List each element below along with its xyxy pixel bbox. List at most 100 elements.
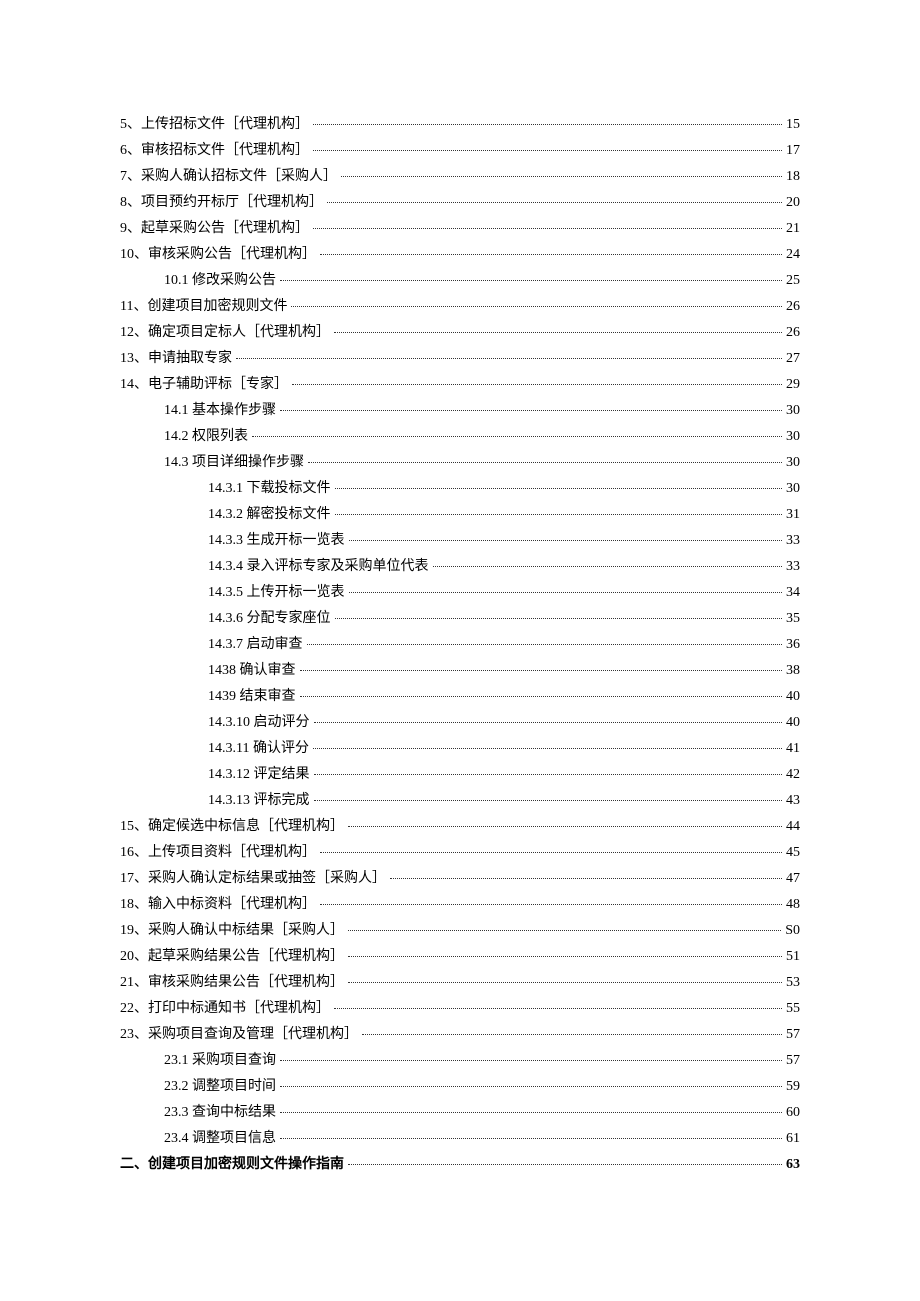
toc-leader-dots (280, 1138, 782, 1139)
toc-entry[interactable]: 16、上传项目资料［代理机构］45 (120, 846, 800, 860)
toc-page-number: 61 (786, 1132, 800, 1146)
toc-entry[interactable]: 14.3.13 评标完成43 (120, 794, 800, 808)
toc-leader-dots (252, 436, 782, 437)
toc-leader-dots (433, 566, 783, 567)
toc-label: 20、起草采购结果公告［代理机构］ (120, 950, 344, 964)
toc-page-number: 30 (786, 430, 800, 444)
toc-label: 17、采购人确认定标结果或抽签［采购人］ (120, 872, 386, 886)
toc-entry[interactable]: 14.3.11 确认评分 41 (120, 742, 800, 756)
toc-leader-dots (348, 956, 782, 957)
toc-label: 14.3.4 录入评标专家及采购单位代表 (208, 560, 429, 574)
toc-entry[interactable]: 23.4 调整项目信息61 (120, 1132, 800, 1146)
toc-leader-dots (280, 410, 782, 411)
toc-page-number: 27 (786, 352, 800, 366)
toc-label: 5、上传招标文件［代理机构］ (120, 118, 309, 132)
toc-page-number: 20 (786, 196, 800, 210)
toc-page-number: 42 (786, 768, 800, 782)
toc-page-number: 63 (786, 1158, 800, 1172)
toc-page-number: 48 (786, 898, 800, 912)
toc-label: 13、申请抽取专家 (120, 352, 232, 366)
toc-entry[interactable]: 14.1 基本操作步骤30 (120, 404, 800, 418)
toc-leader-dots (314, 774, 783, 775)
toc-leader-dots (291, 306, 782, 307)
toc-page-number: 30 (786, 456, 800, 470)
toc-entry[interactable]: 23.3 查询中标结果60 (120, 1106, 800, 1120)
toc-label: 14.3.2 解密投标文件 (208, 508, 331, 522)
toc-entry[interactable]: 14.3.5 上传开标一览表34 (120, 586, 800, 600)
toc-leader-dots (348, 1164, 782, 1165)
toc-label: 14、电子辅助评标［专家］ (120, 378, 288, 392)
toc-entry[interactable]: 10.1 修改采购公告25 (120, 274, 800, 288)
toc-leader-dots (335, 514, 783, 515)
toc-entry[interactable]: 23、采购项目查询及管理［代理机构］57 (120, 1028, 800, 1042)
toc-leader-dots (314, 800, 783, 801)
toc-leader-dots (334, 332, 782, 333)
toc-label: 14.3.1 下载投标文件 (208, 482, 331, 496)
toc-entry[interactable]: 1439 结束审查40 (120, 690, 800, 704)
toc-label: 16、上传项目资料［代理机构］ (120, 846, 316, 860)
toc-entry[interactable]: 22、打印中标通知书［代理机构］55 (120, 1002, 800, 1016)
toc-entry[interactable]: 14.3.1 下载投标文件30 (120, 482, 800, 496)
toc-entry[interactable]: 13、申请抽取专家 27 (120, 352, 800, 366)
toc-page-number: 57 (786, 1028, 800, 1042)
toc-entry[interactable]: 7、采购人确认招标文件［采购人］18 (120, 170, 800, 184)
toc-label: 14.3.11 确认评分 (208, 742, 309, 756)
toc-label: 14.3.3 生成开标一览表 (208, 534, 345, 548)
toc-entry[interactable]: 14.3.12 评定结果42 (120, 768, 800, 782)
toc-entry[interactable]: 18、输入中标资料［代理机构］ 48 (120, 898, 800, 912)
toc-label: 23.1 采购项目查询 (164, 1054, 276, 1068)
toc-leader-dots (349, 592, 783, 593)
toc-entry[interactable]: 14.3.10 启动评分40 (120, 716, 800, 730)
toc-leader-dots (280, 1086, 782, 1087)
toc-label: 14.3.13 评标完成 (208, 794, 310, 808)
toc-label: 14.1 基本操作步骤 (164, 404, 276, 418)
toc-leader-dots (362, 1034, 782, 1035)
toc-entry[interactable]: 14.3 项目详细操作步骤 30 (120, 456, 800, 470)
toc-page-number: S0 (785, 924, 800, 938)
toc-entry[interactable]: 14.3.4 录入评标专家及采购单位代表33 (120, 560, 800, 574)
toc-entry[interactable]: 9、起草采购公告［代理机构］21 (120, 222, 800, 236)
toc-label: 22、打印中标通知书［代理机构］ (120, 1002, 330, 1016)
toc-entry[interactable]: 20、起草采购结果公告［代理机构］51 (120, 950, 800, 964)
toc-leader-dots (313, 228, 782, 229)
toc-entry[interactable]: 17、采购人确认定标结果或抽签［采购人］47 (120, 872, 800, 886)
toc-leader-dots (320, 254, 782, 255)
toc-page-number: 33 (786, 534, 800, 548)
toc-entry[interactable]: 14.3.2 解密投标文件31 (120, 508, 800, 522)
toc-label: 7、采购人确认招标文件［采购人］ (120, 170, 337, 184)
toc-page-number: 25 (786, 274, 800, 288)
toc-label: 10、审核采购公告［代理机构］ (120, 248, 316, 262)
toc-entry[interactable]: 23.2 调整项目时间59 (120, 1080, 800, 1094)
toc-entry[interactable]: 6、审核招标文件［代理机构］17 (120, 144, 800, 158)
toc-label: 14.3 项目详细操作步骤 (164, 456, 304, 470)
toc-page-number: 44 (786, 820, 800, 834)
toc-leader-dots (236, 358, 782, 359)
toc-entry[interactable]: 5、上传招标文件［代理机构］15 (120, 118, 800, 132)
toc-label: 11、创建项目加密规则文件 (120, 300, 287, 314)
toc-entry[interactable]: 14.3.7 启动审查36 (120, 638, 800, 652)
toc-leader-dots (348, 982, 782, 983)
toc-label: 1438 确认审查 (208, 664, 296, 678)
toc-entry[interactable]: 14.2 权限列表30 (120, 430, 800, 444)
toc-entry[interactable]: 11、创建项目加密规则文件26 (120, 300, 800, 314)
toc-leader-dots (320, 852, 782, 853)
toc-entry[interactable]: 10、审核采购公告［代理机构］24 (120, 248, 800, 262)
toc-entry[interactable]: 15、确定候选中标信息［代理机构］44 (120, 820, 800, 834)
toc-entry[interactable]: 19、采购人确认中标结果［采购人］S0 (120, 924, 800, 938)
toc-label: 9、起草采购公告［代理机构］ (120, 222, 309, 236)
toc-entry[interactable]: 8、项目预约开标厅［代理机构］20 (120, 196, 800, 210)
toc-entry[interactable]: 14、电子辅助评标［专家］29 (120, 378, 800, 392)
toc-entry[interactable]: 14.3.3 生成开标一览表 33 (120, 534, 800, 548)
toc-leader-dots (280, 1112, 782, 1113)
toc-entry[interactable]: 1438 确认审查38 (120, 664, 800, 678)
toc-entry[interactable]: 14.3.6 分配专家座位35 (120, 612, 800, 626)
toc-leader-dots (307, 644, 783, 645)
toc-entry[interactable]: 12、确定项目定标人［代理机构］26 (120, 326, 800, 340)
toc-leader-dots (280, 280, 782, 281)
toc-label: 18、输入中标资料［代理机构］ (120, 898, 316, 912)
toc-leader-dots (334, 1008, 782, 1009)
toc-entry[interactable]: 二、创建项目加密规则文件操作指南63 (120, 1158, 800, 1172)
toc-entry[interactable]: 23.1 采购项目查询57 (120, 1054, 800, 1068)
toc-entry[interactable]: 21、审核采购结果公告［代理机构］53 (120, 976, 800, 990)
toc-page-number: 41 (786, 742, 800, 756)
